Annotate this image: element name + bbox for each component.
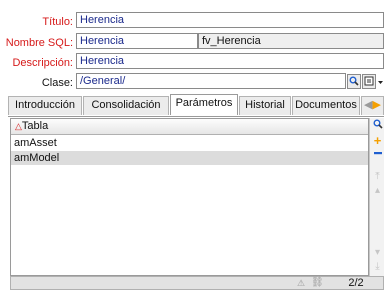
details-icon (364, 76, 374, 86)
table: △Tabla amAsset amModel (10, 118, 369, 276)
move-bottom-button[interactable]: ⤓ (371, 260, 384, 273)
table-footer: ⚠ ⛓ 2/2 (10, 276, 384, 290)
dropdown-arrow-icon[interactable] (377, 77, 384, 87)
move-down-button[interactable]: ▾ (371, 246, 384, 259)
search-icon (349, 76, 359, 86)
clase-label: Clase: (41, 77, 73, 89)
tab-scroll-left-icon[interactable]: ◀ (364, 99, 372, 111)
move-top-button[interactable]: ⤒ (371, 170, 384, 183)
titulo-label: Título: (42, 16, 73, 28)
descripcion-label: Descripción: (12, 57, 73, 69)
nombre-sql-field[interactable]: Herencia (76, 33, 198, 49)
move-bottom-icon: ⤓ (375, 261, 380, 272)
pager-count: 2/2 (348, 277, 364, 289)
minus-icon (373, 152, 382, 155)
plus-icon: + (373, 133, 382, 148)
link-icon: ⛓ (311, 277, 324, 288)
warning-icon: ⚠ (297, 278, 306, 288)
tab-bar: Introducción Consolidación Parámetros Hi… (8, 94, 384, 117)
tab-documentos[interactable]: Documentos (292, 96, 360, 115)
sort-indicator-icon: △ (15, 121, 22, 131)
search-table-button[interactable] (371, 119, 384, 132)
move-top-icon: ⤒ (375, 171, 380, 182)
tab-historial[interactable]: Historial (239, 96, 291, 115)
nombre-sql-label: Nombre SQL: (5, 37, 73, 49)
move-down-icon: ▾ (374, 247, 381, 258)
table-header[interactable]: △Tabla (11, 119, 368, 135)
tab-consolidacion[interactable]: Consolidación (83, 96, 169, 115)
move-up-button[interactable]: ▴ (371, 184, 384, 197)
search-button[interactable] (347, 74, 361, 89)
descripcion-field[interactable]: Herencia (76, 53, 384, 69)
details-button[interactable] (362, 74, 376, 89)
tab-introduccion[interactable]: Introducción (8, 96, 82, 115)
table-toolbar: + ⤒ ▴ ▾ ⤓ (369, 118, 384, 276)
clase-field[interactable]: /General/ (76, 73, 346, 89)
remove-row-button[interactable] (371, 148, 384, 161)
titulo-field[interactable]: Herencia (76, 12, 384, 28)
nombre-sql-secondary-field: fv_Herencia (198, 33, 384, 49)
tab-parametros[interactable]: Parámetros (170, 94, 238, 115)
table-row-selected[interactable]: amModel (11, 151, 368, 165)
add-row-button[interactable]: + (371, 134, 384, 147)
tab-scroll-buttons: ◀▶ (361, 96, 384, 115)
column-header-tabla: Tabla (21, 120, 49, 132)
search-icon (373, 119, 383, 129)
table-row[interactable]: amAsset (11, 136, 368, 150)
tab-scroll-right-icon[interactable]: ▶ (373, 99, 381, 111)
move-up-icon: ▴ (374, 185, 381, 196)
